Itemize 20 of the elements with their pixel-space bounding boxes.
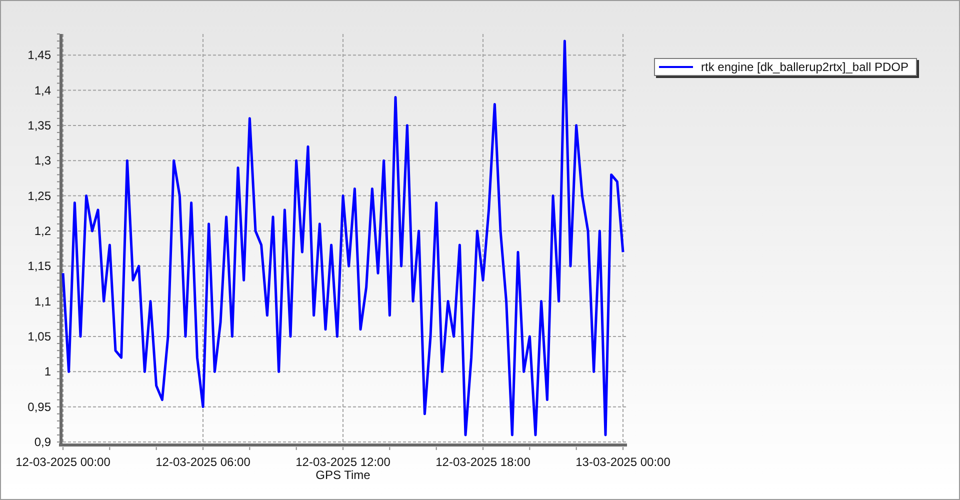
- x-tick-label: 13-03-2025 00:00: [576, 455, 670, 469]
- y-tick-label: 1,35: [28, 118, 51, 132]
- legend-line-icon: [659, 65, 693, 69]
- y-tick-label: 0,95: [28, 400, 51, 414]
- y-tick-label: 1: [44, 364, 51, 379]
- y-tick-label: 1,25: [28, 188, 51, 203]
- y-tick-label: 1,05: [28, 329, 51, 344]
- x-tick-label: 12-03-2025 00:00: [16, 455, 110, 469]
- x-tick-label: 12-03-2025 06:00: [156, 455, 250, 469]
- legend-label: rtk engine [dk_ballerup2rtx]_ball PDOP: [701, 59, 910, 76]
- y-tick-label: 1,3: [34, 154, 51, 168]
- y-tick-label: 0,9: [34, 435, 51, 449]
- y-tick-label: 1,45: [28, 48, 51, 62]
- y-tick-label: 1,4: [34, 83, 51, 98]
- y-tick-label: 1,15: [28, 259, 51, 274]
- x-tick-label: 12-03-2025 18:00: [436, 455, 530, 469]
- x-tick-label: 12-03-2025 12:00: [296, 455, 390, 469]
- x-axis-title: GPS Time: [316, 468, 370, 482]
- y-tick-label: 1,1: [34, 294, 51, 308]
- y-tick-label: 1,2: [34, 224, 51, 238]
